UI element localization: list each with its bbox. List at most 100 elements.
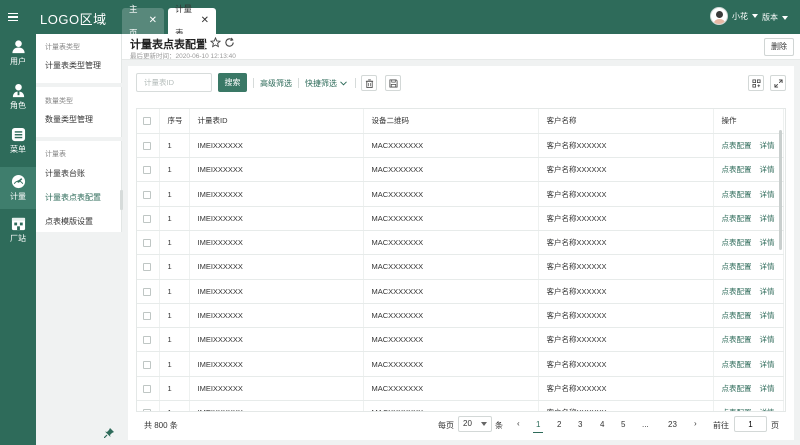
point-config-link[interactable]: 点表配置: [722, 141, 752, 150]
close-icon[interactable]: ✕: [149, 9, 157, 33]
submenu-item-template[interactable]: 点表模版设置: [45, 216, 93, 227]
per-page-select[interactable]: 20: [458, 416, 492, 432]
detail-link[interactable]: 详情: [760, 335, 775, 344]
table-row[interactable]: 1IMEIXXXXXXMACXXXXXXX客户名称XXXXXX点表配置详情: [137, 157, 784, 183]
save-button[interactable]: [385, 75, 401, 91]
submenu-item-point-config[interactable]: 计量表点表配置: [45, 192, 101, 203]
cell-qrcode: MACXXXXXXX: [363, 133, 539, 159]
point-config-link[interactable]: 点表配置: [722, 190, 752, 199]
cell-qrcode: MACXXXXXXX: [363, 400, 539, 411]
row-checkbox[interactable]: [143, 360, 151, 369]
detail-link[interactable]: 详情: [760, 360, 775, 369]
table-row[interactable]: 1IMEIXXXXXXMACXXXXXXX客户名称XXXXXX点表配置详情: [137, 230, 784, 256]
point-config-link[interactable]: 点表配置: [722, 335, 752, 344]
goto-page-input[interactable]: [734, 416, 767, 432]
nav-item-factory[interactable]: 厂站: [0, 211, 36, 249]
next-page-button[interactable]: ›: [694, 419, 697, 428]
page-button[interactable]: 2: [557, 420, 561, 429]
prev-page-button[interactable]: ‹: [517, 419, 520, 428]
table-row[interactable]: 1IMEIXXXXXXMACXXXXXXX客户名称XXXXXX点表配置详情: [137, 133, 784, 159]
row-checkbox[interactable]: [143, 190, 151, 199]
star-icon[interactable]: [210, 37, 221, 48]
trash-button[interactable]: [361, 75, 377, 91]
page-button[interactable]: 1: [532, 420, 545, 433]
tab-meter[interactable]: 计量表 ✕: [168, 4, 216, 38]
detail-link[interactable]: 详情: [760, 384, 775, 393]
cell-qrcode: MACXXXXXXX: [363, 206, 539, 231]
page-button[interactable]: 5: [621, 420, 625, 429]
advanced-filter-link[interactable]: 高级筛选: [260, 78, 292, 89]
row-checkbox[interactable]: [143, 287, 151, 296]
search-input[interactable]: [136, 73, 212, 92]
cell-index: 1: [159, 376, 190, 402]
point-config-link[interactable]: 点表配置: [722, 287, 752, 296]
fullscreen-button[interactable]: [770, 75, 786, 91]
table-row[interactable]: 1IMEIXXXXXXMACXXXXXXX客户名称XXXXXX点表配置详情: [137, 400, 784, 411]
row-checkbox[interactable]: [143, 312, 151, 321]
user-menu[interactable]: 小花: [710, 7, 758, 25]
chevron-down-icon: [481, 422, 487, 426]
point-config-link[interactable]: 点表配置: [722, 408, 752, 411]
submenu-item-meter-type[interactable]: 计量表类型管理: [45, 60, 101, 71]
delete-button[interactable]: 删除: [764, 38, 794, 56]
detail-link[interactable]: 详情: [760, 408, 775, 411]
table-row[interactable]: 1IMEIXXXXXXMACXXXXXXX客户名称XXXXXX点表配置详情: [137, 376, 784, 402]
table-row[interactable]: 1IMEIXXXXXXMACXXXXXXX客户名称XXXXXX点表配置详情: [137, 181, 784, 207]
detail-link[interactable]: 详情: [760, 165, 775, 174]
row-checkbox[interactable]: [143, 214, 151, 223]
row-checkbox[interactable]: [143, 336, 151, 345]
detail-link[interactable]: 详情: [760, 262, 775, 271]
detail-link[interactable]: 详情: [760, 238, 775, 247]
page-button[interactable]: 4: [600, 420, 604, 429]
table-row[interactable]: 1IMEIXXXXXXMACXXXXXXX客户名称XXXXXX点表配置详情: [137, 279, 784, 304]
detail-link[interactable]: 详情: [760, 287, 775, 296]
hamburger-menu-icon[interactable]: [4, 8, 22, 26]
detail-link[interactable]: 详情: [760, 141, 775, 150]
row-checkbox[interactable]: [143, 409, 151, 411]
point-config-link[interactable]: 点表配置: [722, 360, 752, 369]
row-checkbox[interactable]: [143, 166, 151, 175]
nav-item-menu[interactable]: 菜单: [0, 122, 36, 160]
column-settings-button[interactable]: [748, 75, 764, 91]
select-all-checkbox[interactable]: [143, 117, 151, 126]
point-config-link[interactable]: 点表配置: [722, 238, 752, 247]
search-button[interactable]: 搜索: [218, 73, 247, 92]
cell-qrcode: MACXXXXXXX: [363, 327, 539, 353]
table-row[interactable]: 1IMEIXXXXXXMACXXXXXXX客户名称XXXXXX点表配置详情: [137, 351, 784, 377]
top-bar: LOGO区域 主页 ✕ 计量表 ✕ 小花 版本: [0, 0, 800, 38]
nav-item-user[interactable]: 用户: [0, 34, 36, 72]
point-config-link[interactable]: 点表配置: [722, 214, 752, 223]
point-config-link[interactable]: 点表配置: [722, 165, 752, 174]
row-checkbox[interactable]: [143, 384, 151, 393]
table-row[interactable]: 1IMEIXXXXXXMACXXXXXXX客户名称XXXXXX点表配置详情: [137, 303, 784, 329]
panel-splitter[interactable]: [120, 190, 123, 210]
detail-link[interactable]: 详情: [760, 190, 775, 199]
quick-filter-dropdown[interactable]: 快捷筛选: [305, 78, 347, 89]
table-row[interactable]: 1IMEIXXXXXXMACXXXXXXX客户名称XXXXXX点表配置详情: [137, 206, 784, 231]
page-button[interactable]: 23: [668, 420, 677, 429]
point-config-link[interactable]: 点表配置: [722, 262, 752, 271]
detail-link[interactable]: 详情: [760, 311, 775, 320]
row-checkbox[interactable]: [143, 141, 151, 150]
nav-item-meter[interactable]: 计量: [0, 167, 36, 209]
goto-label: 前往: [713, 421, 729, 430]
nav-item-role[interactable]: 角色: [0, 78, 36, 116]
submenu-item-meter-ledger[interactable]: 计量表台账: [45, 168, 85, 179]
row-checkbox[interactable]: [143, 239, 151, 248]
pin-icon[interactable]: [104, 428, 114, 438]
close-icon[interactable]: ✕: [201, 9, 209, 33]
detail-link[interactable]: 详情: [760, 214, 775, 223]
row-checkbox[interactable]: [143, 263, 151, 272]
cell-customer: 客户名称XXXXXX: [538, 279, 714, 304]
tab-home[interactable]: 主页 ✕: [122, 4, 164, 38]
point-config-link[interactable]: 点表配置: [722, 384, 752, 393]
point-config-link[interactable]: 点表配置: [722, 311, 752, 320]
table-row[interactable]: 1IMEIXXXXXXMACXXXXXXX客户名称XXXXXX点表配置详情: [137, 327, 784, 353]
table-row[interactable]: 1IMEIXXXXXXMACXXXXXXX客户名称XXXXXX点表配置详情: [137, 254, 784, 280]
refresh-icon[interactable]: [224, 37, 235, 48]
submenu-item-quantity-type[interactable]: 数量类型管理: [45, 114, 93, 125]
table-scrollbar[interactable]: [779, 130, 782, 250]
chevron-down-icon: [752, 14, 758, 18]
page-button[interactable]: 3: [578, 420, 582, 429]
version-dropdown[interactable]: 版本: [762, 12, 788, 23]
